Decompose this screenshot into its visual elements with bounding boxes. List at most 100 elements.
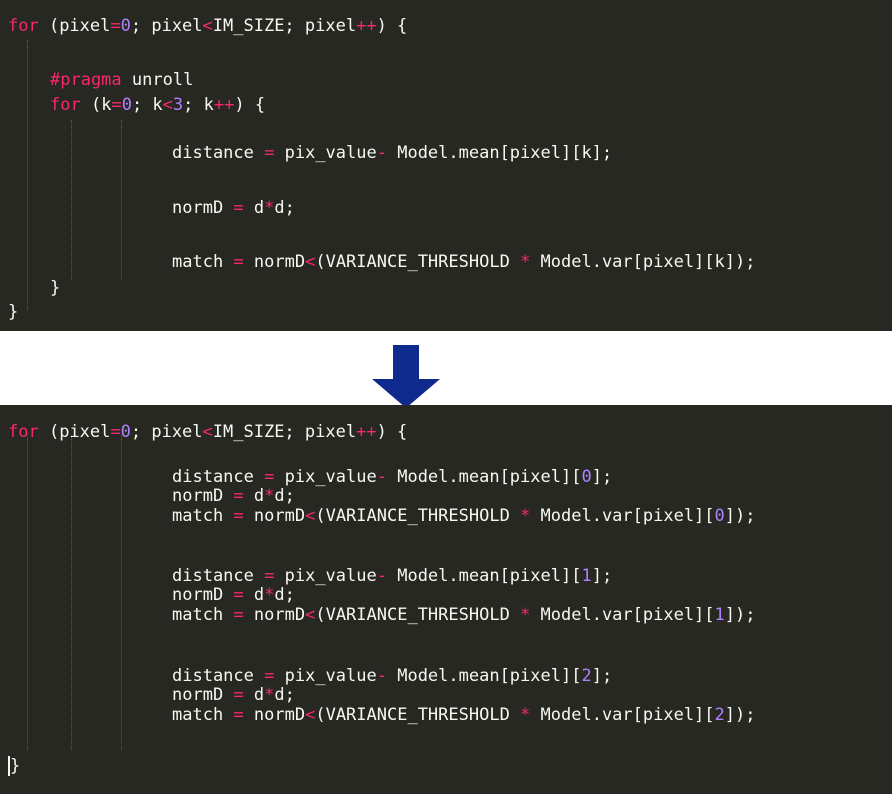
code-token-op: =: [110, 422, 121, 442]
code-token: match: [172, 252, 234, 272]
arrow-shaft: [393, 345, 419, 381]
code-token-num: 1: [714, 605, 725, 625]
code-token: match: [172, 506, 234, 526]
code-token: d: [243, 486, 265, 506]
code-line: distance = pix_value- Model.mean[pixel][…: [172, 141, 612, 165]
code-token-op: -: [376, 143, 387, 163]
code-token-op: <: [202, 422, 213, 442]
code-token-op: *: [520, 705, 531, 725]
code-line: match = normD<(VARIANCE_THRESHOLD * Mode…: [172, 250, 755, 274]
code-token-kw: for: [8, 422, 39, 442]
code-token-op: -: [376, 666, 387, 686]
indent-guide: [71, 120, 72, 280]
code-token: ) {: [376, 422, 408, 442]
code-token-op: *: [264, 685, 275, 705]
indent-guide: [27, 40, 28, 310]
code-line: match = normD<(VARIANCE_THRESHOLD * Mode…: [172, 504, 756, 528]
code-panel-before: for (pixel=0; pixel<IM_SIZE; pixel++) { #…: [0, 0, 892, 331]
code-line: match = normD<(VARIANCE_THRESHOLD * Mode…: [172, 603, 756, 627]
code-token: IM_SIZE; pixel: [212, 422, 357, 442]
code-token-op: ++: [356, 422, 377, 442]
code-token-op: <: [305, 605, 316, 625]
code-token-kw: for: [8, 16, 39, 36]
code-token: normD: [243, 705, 306, 725]
code-token: IM_SIZE; pixel: [212, 16, 357, 36]
down-arrow-icon: [372, 345, 440, 408]
code-line: }: [8, 300, 18, 324]
code-token: normD: [172, 585, 234, 605]
code-token: Model.mean[pixel][: [386, 566, 582, 586]
code-token: ) {: [234, 95, 266, 115]
code-token: normD: [172, 685, 234, 705]
text-cursor: }: [8, 756, 21, 776]
code-token: ];: [591, 467, 613, 487]
code-token-num: 0: [120, 16, 131, 36]
indent-guide: [121, 435, 122, 750]
code-token: (pixel: [38, 422, 111, 442]
code-token: ) {: [376, 16, 408, 36]
code-line: for (pixel=0; pixel<IM_SIZE; pixel++) {: [8, 14, 407, 38]
code-token-op: <: [162, 95, 173, 115]
code-token-op: *: [264, 198, 275, 218]
code-token-op: *: [520, 605, 531, 625]
code-token: d;: [274, 585, 295, 605]
code-token: Model.var[pixel][: [530, 506, 715, 526]
code-token: normD: [172, 486, 234, 506]
code-token-op: =: [233, 585, 244, 605]
code-token: ];: [591, 566, 613, 586]
code-token-num: 2: [581, 666, 592, 686]
code-token: (pixel: [38, 16, 111, 36]
code-token-pre: #pragma: [50, 70, 122, 90]
code-token-num: 0: [581, 467, 592, 487]
code-token: normD: [243, 252, 306, 272]
code-token: Model.mean[pixel][: [386, 666, 582, 686]
code-token-op: ++: [213, 95, 235, 115]
code-token: distance: [172, 143, 265, 163]
code-token-num: 1: [581, 566, 592, 586]
code-token-op: -: [376, 566, 387, 586]
code-line: normD = d*d;: [172, 196, 295, 220]
code-token: d;: [274, 486, 295, 506]
code-token-op: =: [233, 705, 244, 725]
code-token: unroll: [121, 70, 194, 90]
code-line: }: [50, 276, 60, 300]
code-token-op: =: [264, 143, 275, 163]
code-line: match = normD<(VARIANCE_THRESHOLD * Mode…: [172, 703, 756, 727]
code-token: normD: [243, 506, 306, 526]
code-line: #pragma unroll: [50, 68, 193, 92]
code-token: normD: [172, 198, 234, 218]
code-token: Model.var[pixel][: [530, 705, 715, 725]
code-token-num: 0: [714, 506, 725, 526]
indent-guide: [71, 435, 72, 750]
code-token-op: <: [305, 252, 316, 272]
code-token-kw: for: [50, 95, 81, 115]
code-token: }: [50, 278, 61, 298]
code-line: for (k=0; k<3; k++) {: [50, 93, 265, 117]
code-token-op: =: [111, 95, 122, 115]
code-token-num: 2: [714, 705, 725, 725]
code-token-num: 3: [172, 95, 184, 115]
code-token: ; k: [183, 95, 214, 115]
code-token: ]);: [724, 506, 756, 526]
code-panel-after: for (pixel=0; pixel<IM_SIZE; pixel++) {d…: [0, 405, 892, 794]
code-token: Model.mean[pixel][k];: [386, 143, 613, 163]
code-token: d: [243, 685, 265, 705]
code-token: d;: [274, 198, 295, 218]
code-token-op: <: [305, 705, 316, 725]
code-token-op: *: [264, 585, 275, 605]
code-token: (VARIANCE_THRESHOLD: [315, 605, 521, 625]
code-token: ]);: [724, 605, 756, 625]
code-token-op: <: [202, 16, 213, 36]
arrow-head: [372, 379, 440, 408]
code-token: normD: [243, 605, 306, 625]
code-line: }: [8, 754, 21, 778]
code-token-num: 0: [120, 422, 131, 442]
code-token: ; pixel: [130, 422, 203, 442]
code-token: }: [8, 302, 19, 322]
code-token: (VARIANCE_THRESHOLD: [315, 705, 521, 725]
code-token: Model.var[pixel][k]);: [530, 252, 756, 272]
code-token: ; k: [131, 95, 163, 115]
code-token: match: [172, 705, 234, 725]
code-token: (VARIANCE_THRESHOLD: [315, 252, 521, 272]
code-token-op: *: [264, 486, 275, 506]
